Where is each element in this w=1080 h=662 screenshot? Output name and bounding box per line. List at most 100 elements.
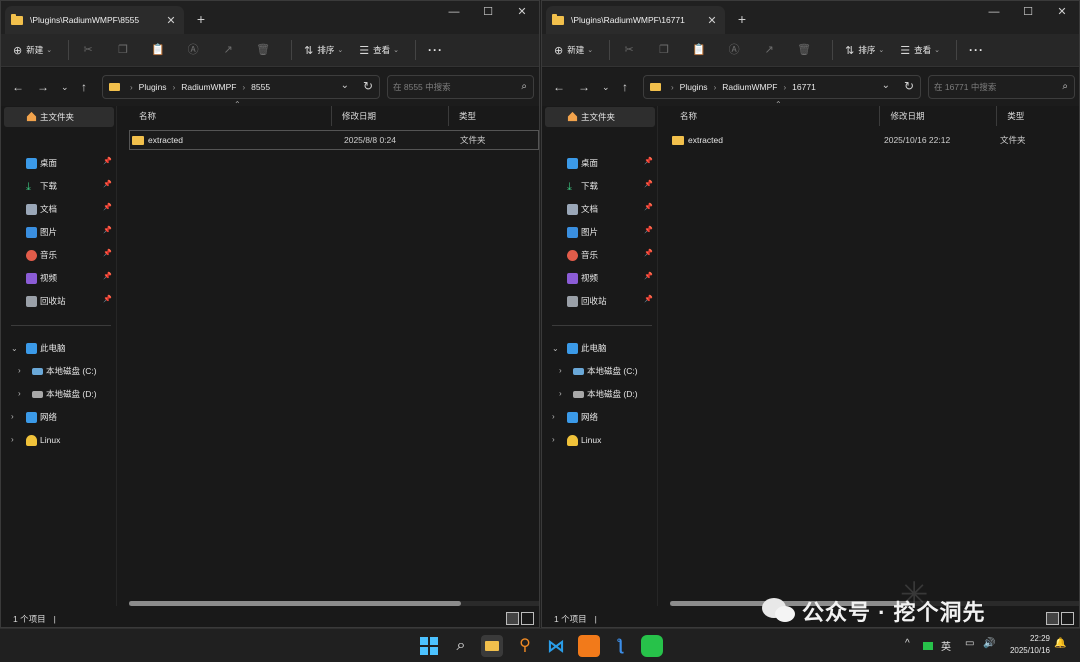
new-button[interactable]: ⊕ 新建 ⌄: [13, 44, 52, 57]
sidebar-item-recycle-bin[interactable]: 回收站 📌: [567, 293, 655, 309]
app-icon[interactable]: ƪ: [609, 635, 631, 657]
column-header-type[interactable]: 类型: [997, 106, 1079, 126]
column-header-name[interactable]: 名称: [129, 106, 332, 126]
chevron-down-icon[interactable]: ⌄: [11, 344, 18, 353]
breadcrumb-item[interactable]: RadiumWMPF: [181, 82, 236, 92]
view-button[interactable]: ☰ 查看 ⌄: [359, 44, 399, 57]
breadcrumb-item[interactable]: 8555: [251, 82, 270, 92]
minimize-button[interactable]: —: [437, 1, 471, 23]
search-input[interactable]: [393, 82, 511, 92]
pane-divider[interactable]: [116, 106, 117, 606]
sidebar-item-videos[interactable]: 视频 📌: [567, 270, 655, 286]
breadcrumb-item[interactable]: Plugins: [680, 82, 708, 92]
rename-icon[interactable]: Ⓐ: [186, 43, 200, 57]
wechat-icon[interactable]: [641, 635, 663, 657]
sidebar-item-music[interactable]: 音乐 📌: [26, 247, 114, 263]
share-icon[interactable]: ↗: [762, 43, 776, 57]
back-arrow-icon[interactable]: ←: [12, 80, 24, 94]
tab-active[interactable]: \Plugins\RadiumWMPF\8555 ✕: [5, 6, 184, 34]
sidebar-item-network[interactable]: 网络: [26, 409, 114, 425]
sidebar-item-downloads[interactable]: ⤓ 下载 📌: [567, 178, 655, 194]
copy-icon[interactable]: ❐: [116, 43, 130, 57]
sidebar-item-pictures[interactable]: 图片 📌: [567, 224, 655, 240]
sidebar-item-downloads[interactable]: ⤓ 下载 📌: [26, 178, 114, 194]
refresh-icon[interactable]: ↻: [904, 79, 914, 93]
chevron-right-icon[interactable]: ›: [552, 412, 555, 421]
close-button[interactable]: ✕: [505, 1, 539, 23]
sidebar-item-drive-c[interactable]: 本地磁盘 (C:): [573, 363, 661, 379]
sidebar-item-music[interactable]: 音乐 📌: [567, 247, 655, 263]
delete-icon[interactable]: 🗑: [256, 43, 270, 57]
up-arrow-icon[interactable]: ↑: [622, 80, 628, 94]
file-row[interactable]: extracted 2025/10/16 22:12 文件夹: [670, 130, 1079, 150]
sidebar-item-drive-d[interactable]: 本地磁盘 (D:): [32, 386, 120, 402]
horizontal-scrollbar-thumb[interactable]: [129, 601, 461, 606]
tab-active[interactable]: \Plugins\RadiumWMPF\16771 ✕: [546, 6, 725, 34]
address-bar[interactable]: › Plugins › RadiumWMPF › 16771 ⌄ ↻: [643, 75, 921, 99]
sidebar-item-linux[interactable]: Linux: [26, 432, 114, 448]
recent-locations-icon[interactable]: ⌄: [602, 82, 610, 93]
paste-icon[interactable]: 📋: [151, 43, 165, 57]
breadcrumb-item[interactable]: Plugins: [139, 82, 167, 92]
sidebar-item-drive-c[interactable]: 本地磁盘 (C:): [32, 363, 120, 379]
forward-arrow-icon[interactable]: →: [578, 80, 590, 94]
column-header-date[interactable]: 修改日期: [332, 106, 449, 126]
minimize-button[interactable]: —: [977, 1, 1011, 23]
new-button[interactable]: ⊕ 新建 ⌄: [554, 44, 593, 57]
sidebar-item-videos[interactable]: 视频 📌: [26, 270, 114, 286]
column-header-type[interactable]: 类型: [449, 106, 531, 126]
chevron-right-icon[interactable]: ›: [559, 366, 562, 375]
sort-button[interactable]: ⇅ 排序 ⌄: [304, 44, 343, 57]
new-tab-button[interactable]: +: [734, 11, 750, 27]
cut-icon[interactable]: ✂: [622, 43, 636, 57]
details-view-icon[interactable]: [1046, 612, 1059, 625]
address-bar[interactable]: › Plugins › RadiumWMPF › 8555 ⌄ ↻: [102, 75, 380, 99]
tab-close-icon[interactable]: ✕: [705, 14, 719, 27]
wechat-tray-icon[interactable]: [923, 642, 933, 650]
search-box[interactable]: ⌕: [928, 75, 1075, 99]
sidebar-item-this-pc[interactable]: 此电脑: [26, 340, 114, 356]
sidebar-item-home[interactable]: 主文件夹: [4, 107, 114, 127]
recent-locations-icon[interactable]: ⌄: [61, 82, 69, 93]
tab-close-icon[interactable]: ✕: [164, 14, 178, 27]
details-view-icon[interactable]: [506, 612, 519, 625]
chevron-right-icon[interactable]: ›: [559, 389, 562, 398]
sidebar-item-linux[interactable]: Linux: [567, 432, 655, 448]
back-arrow-icon[interactable]: ←: [553, 80, 565, 94]
sort-button[interactable]: ⇅ 排序 ⌄: [845, 44, 884, 57]
breadcrumb-item[interactable]: 16771: [792, 82, 816, 92]
chevron-right-icon[interactable]: ›: [18, 389, 21, 398]
sidebar-item-documents[interactable]: 文档 📌: [567, 201, 655, 217]
everything-search-icon[interactable]: ⚲: [514, 635, 536, 657]
tiles-view-icon[interactable]: [521, 612, 534, 625]
input-language[interactable]: 英: [941, 638, 951, 653]
up-arrow-icon[interactable]: ↑: [81, 80, 87, 94]
volume-icon[interactable]: 🔊: [983, 638, 995, 649]
file-explorer-taskbar-icon[interactable]: [481, 635, 503, 657]
tiles-view-icon[interactable]: [1061, 612, 1074, 625]
sidebar-item-home[interactable]: 主文件夹: [545, 107, 655, 127]
search-taskbar-icon[interactable]: ⌕: [450, 635, 472, 657]
search-box[interactable]: ⌕: [387, 75, 534, 99]
chevron-right-icon[interactable]: ›: [11, 412, 14, 421]
forward-arrow-icon[interactable]: →: [37, 80, 49, 94]
sidebar-item-desktop[interactable]: 桌面 📌: [567, 155, 655, 171]
sidebar-item-drive-d[interactable]: 本地磁盘 (D:): [573, 386, 661, 402]
chevron-right-icon[interactable]: ›: [11, 435, 14, 444]
sidebar-item-documents[interactable]: 文档 📌: [26, 201, 114, 217]
paste-icon[interactable]: 📋: [692, 43, 706, 57]
search-input[interactable]: [934, 82, 1052, 92]
chevron-down-icon[interactable]: ⌄: [341, 80, 349, 91]
maximize-button[interactable]: ☐: [1011, 1, 1045, 23]
network-icon[interactable]: ▭: [965, 638, 974, 649]
close-button[interactable]: ✕: [1045, 1, 1079, 23]
delete-icon[interactable]: 🗑: [797, 43, 811, 57]
new-tab-button[interactable]: +: [193, 11, 209, 27]
chevron-right-icon[interactable]: ›: [552, 435, 555, 444]
chevron-down-icon[interactable]: ⌄: [882, 80, 890, 91]
column-header-date[interactable]: 修改日期: [880, 106, 998, 126]
breadcrumb-item[interactable]: RadiumWMPF: [722, 82, 777, 92]
chevron-down-icon[interactable]: ⌄: [552, 344, 559, 353]
start-button[interactable]: [418, 635, 440, 657]
sublime-text-icon[interactable]: [578, 635, 600, 657]
